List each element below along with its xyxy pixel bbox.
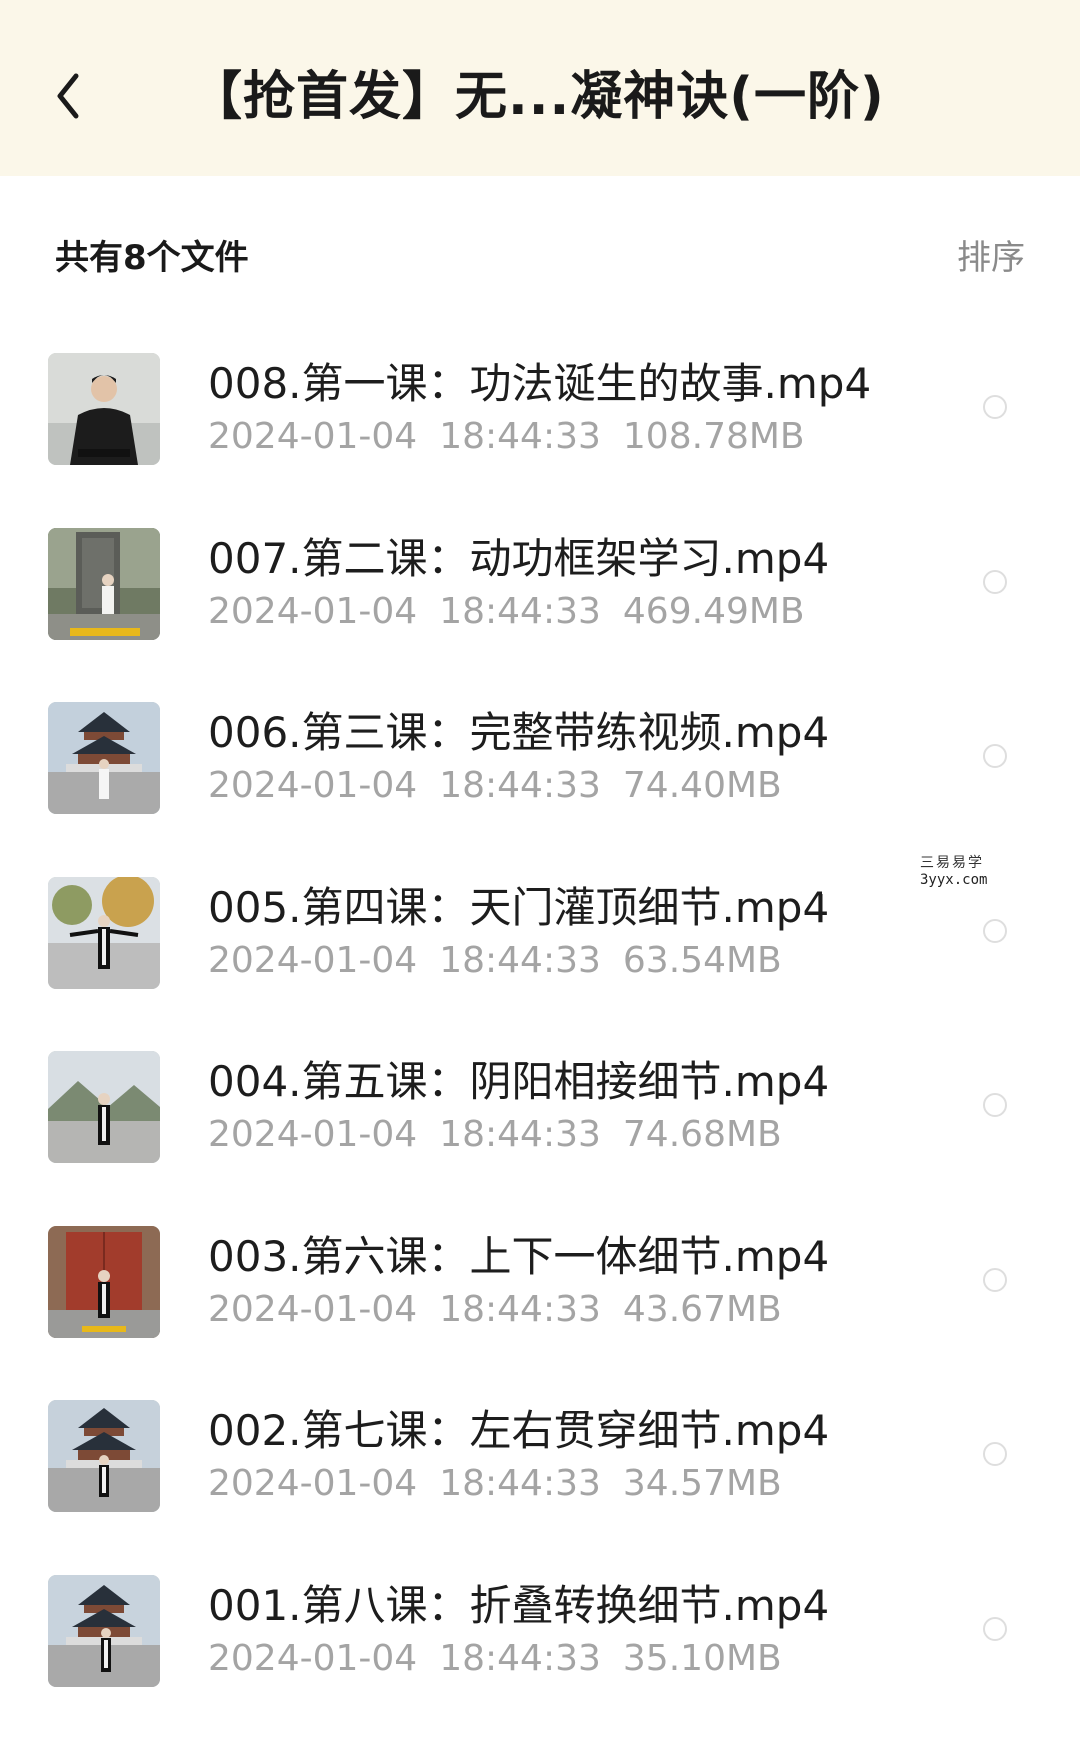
file-list: 008.第一课：功法诞生的故事.mp4 2024-01-04 18:44:33 108…	[0, 340, 1080, 1736]
video-thumbnail	[48, 1574, 160, 1687]
file-meta: 2024-01-04 18:44:33 63.54MB	[208, 939, 804, 983]
file-meta: 2024-01-04 18:44:33 34.57MB	[208, 1462, 804, 1506]
watermark-text: 三易易学	[920, 855, 984, 871]
watermark: 三易易学 3yyx.com	[822, 846, 1078, 894]
select-radio[interactable]	[983, 744, 1007, 768]
file-date: 2024-01-04	[208, 590, 418, 632]
file-name: 007.第二课：动功框架学习.mp4	[208, 533, 830, 583]
file-row[interactable]: 008.第一课：功法诞生的故事.mp4 2024-01-04 18:44:33 108…	[0, 340, 1080, 515]
back-button[interactable]	[48, 66, 92, 126]
file-meta: 2024-01-04 18:44:33 108.78MB	[208, 415, 827, 459]
file-date: 2024-01-04	[208, 1114, 418, 1155]
file-row[interactable]: 007.第二课：动功框架学习.mp4 2024-01-04 18:44:33 469.…	[0, 515, 1080, 690]
video-thumbnail	[48, 1400, 160, 1512]
file-name: 001.第八课：折叠转换细节.mp4	[208, 1580, 830, 1630]
file-meta: 2024-01-04 18:44:33 43.67MB	[208, 1288, 804, 1332]
select-radio[interactable]	[983, 1093, 1007, 1117]
watermark-domain: 3yyx.com	[920, 872, 988, 888]
file-time: 18:44:33	[439, 416, 601, 457]
sort-button[interactable]: 排序	[957, 230, 1025, 279]
file-size: 34.57MB	[622, 1463, 782, 1504]
file-date: 2024-01-04	[208, 416, 418, 457]
file-name: 002.第七课：左右贯穿细节.mp4	[208, 1406, 830, 1455]
video-thumbnail	[48, 1225, 160, 1338]
file-time: 18:44:33	[439, 1114, 601, 1155]
file-time: 18:44:33	[439, 1637, 601, 1679]
file-time: 18:44:33	[439, 765, 601, 806]
file-row[interactable]: 002.第七课：左右贯穿细节.mp4 2024-01-04 18:44:33 34.5…	[0, 1387, 1080, 1562]
top-bar: 【抢首发】无...凝神诀(一阶)	[0, 0, 1080, 176]
file-name: 006.第三课：完整带练视频.mp4	[208, 708, 830, 757]
select-radio[interactable]	[983, 1442, 1007, 1466]
file-date: 2024-01-04	[208, 939, 418, 981]
video-thumbnail	[48, 1051, 160, 1163]
file-name: 004.第五课：阴阳相接细节.mp4	[208, 1057, 830, 1106]
file-time: 18:44:33	[439, 939, 601, 981]
file-row[interactable]: 001.第八课：折叠转换细节.mp4 2024-01-04 18:44:33 35.1…	[0, 1562, 1080, 1737]
file-size: 43.67MB	[622, 1288, 782, 1330]
chevron-left-icon	[57, 73, 79, 119]
video-thumbnail	[48, 876, 160, 989]
select-radio[interactable]	[983, 918, 1007, 943]
select-radio[interactable]	[983, 395, 1007, 419]
file-name: 008.第一课：功法诞生的故事.mp4	[208, 359, 872, 408]
file-time: 18:44:33	[439, 590, 601, 632]
file-time: 18:44:33	[439, 1463, 601, 1504]
file-size: 74.68MB	[622, 1114, 782, 1155]
file-name: 003.第六课：上下一体细节.mp4	[208, 1231, 830, 1281]
file-meta: 2024-01-04 18:44:33 74.68MB	[208, 1113, 804, 1157]
file-meta: 2024-01-04 18:44:33 74.40MB	[208, 764, 804, 808]
file-name: 005.第四课：天门灌顶细节.mp4	[208, 882, 830, 932]
file-row[interactable]: 004.第五课：阴阳相接细节.mp4 2024-01-04 18:44:33 74.6…	[0, 1038, 1080, 1213]
video-thumbnail	[48, 702, 160, 814]
file-time: 18:44:33	[439, 1288, 601, 1330]
select-radio[interactable]	[983, 569, 1007, 594]
file-date: 2024-01-04	[208, 1288, 418, 1330]
select-radio[interactable]	[983, 1267, 1007, 1292]
select-radio[interactable]	[983, 1616, 1007, 1641]
file-date: 2024-01-04	[208, 765, 418, 806]
file-size: 108.78MB	[622, 416, 805, 457]
file-row[interactable]: 006.第三课：完整带练视频.mp4 2024-01-04 18:44:33 74.4…	[0, 689, 1080, 864]
page-title: 【抢首发】无...凝神诀(一阶)	[190, 67, 885, 127]
file-date: 2024-01-04	[208, 1637, 418, 1679]
file-count-label: 共有8个文件	[55, 238, 249, 278]
file-summary-bar: 共有8个文件 排序	[0, 176, 1080, 326]
video-thumbnail	[48, 353, 160, 465]
file-size: 63.54MB	[622, 939, 782, 981]
file-meta: 2024-01-04 18:44:33 35.10MB	[208, 1637, 804, 1681]
file-size: 74.40MB	[622, 765, 782, 806]
file-date: 2024-01-04	[208, 1463, 418, 1504]
file-size: 35.10MB	[622, 1637, 782, 1679]
file-row[interactable]: 003.第六课：上下一体细节.mp4 2024-01-04 18:44:33 43.6…	[0, 1213, 1080, 1388]
file-size: 469.49MB	[622, 590, 805, 632]
video-thumbnail	[48, 527, 160, 640]
file-meta: 2024-01-04 18:44:33 469.49MB	[208, 590, 827, 634]
